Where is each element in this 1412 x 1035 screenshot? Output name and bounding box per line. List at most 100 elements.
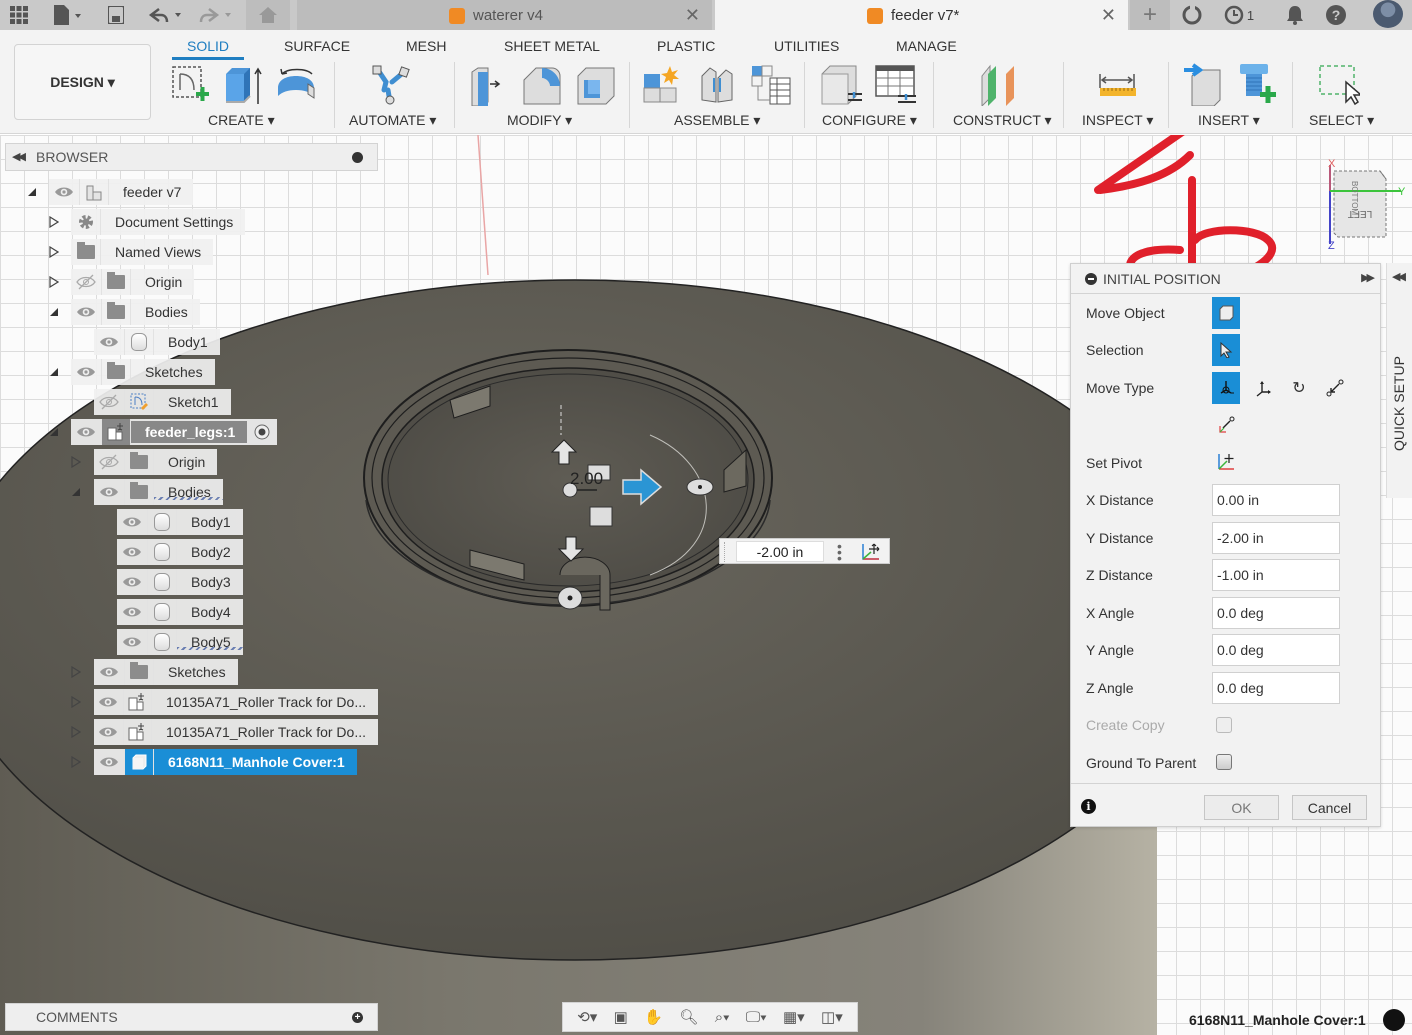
extensions-icon[interactable] [1180, 4, 1204, 26]
collapse-dialog-icon[interactable] [1085, 272, 1097, 285]
shell-icon[interactable] [574, 64, 616, 109]
move-type-rotate[interactable]: ↻ [1285, 374, 1313, 402]
move-type-translate[interactable] [1249, 374, 1277, 402]
collapse-node-icon[interactable] [48, 366, 60, 378]
expand-node-icon[interactable] [48, 276, 60, 288]
activate-component-radio[interactable] [247, 419, 277, 445]
browser-node[interactable]: feeder_legs:1 [71, 419, 278, 445]
visibility-eye-icon[interactable] [117, 509, 147, 535]
expand-node-icon[interactable] [70, 726, 82, 738]
browser-node[interactable]: Bodies [94, 479, 223, 505]
construct-group-label[interactable]: CONSTRUCT ▾ [953, 112, 1052, 129]
x-distance-input[interactable]: 0.00 in [1212, 484, 1340, 516]
modify-group-label[interactable]: MODIFY ▾ [507, 112, 572, 129]
visibility-hidden-icon[interactable] [71, 269, 101, 295]
job-status-icon[interactable]: 1 [1222, 4, 1256, 26]
collapse-node-icon[interactable] [48, 306, 60, 318]
z-angle-input[interactable]: 0.0 deg [1212, 672, 1340, 704]
browser-node[interactable]: Body1 [94, 329, 220, 355]
browser-node[interactable]: Body4 [117, 599, 243, 625]
expand-dialog-icon[interactable]: ▶▶ [1361, 271, 1375, 284]
insert-mcmaster-icon[interactable] [1236, 62, 1280, 109]
apps-grid-icon[interactable] [8, 4, 30, 26]
move-type-free-move[interactable] [1212, 372, 1240, 404]
info-icon[interactable]: i [1081, 799, 1096, 814]
move-type-point-to-point[interactable] [1321, 374, 1349, 402]
visibility-eye-icon[interactable] [117, 629, 147, 655]
create-copy-checkbox[interactable] [1216, 717, 1232, 733]
create-group-label[interactable]: CREATE ▾ [208, 112, 275, 129]
visibility-hidden-icon[interactable] [94, 449, 124, 475]
file-menu-icon[interactable] [50, 4, 84, 26]
notifications-bell-icon[interactable] [1284, 4, 1306, 26]
document-tab-waterer[interactable]: waterer v4 ✕ [297, 0, 712, 30]
tab-mesh[interactable]: MESH [406, 38, 446, 54]
x-angle-input[interactable]: 0.0 deg [1212, 597, 1340, 629]
fillet-icon[interactable] [520, 64, 562, 109]
browser-node[interactable]: Document Settings [71, 209, 246, 235]
help-icon[interactable]: ? [1324, 4, 1348, 26]
configure-icon[interactable] [820, 64, 864, 109]
minimize-browser-icon[interactable] [352, 152, 363, 163]
more-options-icon[interactable]: • • • [837, 539, 843, 565]
tab-surface[interactable]: SURFACE [284, 38, 350, 54]
offset-plane-icon[interactable] [978, 64, 1024, 109]
fit-zoom-window-icon[interactable]: ⌕▾ [715, 1009, 730, 1026]
browser-node[interactable]: Sketches [71, 359, 215, 385]
browser-node[interactable]: Body1 [117, 509, 243, 535]
visibility-eye-icon[interactable] [117, 599, 147, 625]
add-comment-icon[interactable]: + [352, 1012, 363, 1023]
move-object-selector[interactable] [1212, 297, 1240, 329]
collapse-browser-icon[interactable]: ◀◀ [12, 150, 26, 163]
y-distance-input[interactable]: -2.00 in [1212, 522, 1340, 554]
collapse-node-icon[interactable] [26, 186, 38, 198]
z-distance-input[interactable]: -1.00 in [1212, 559, 1340, 591]
selection-selector[interactable] [1212, 334, 1240, 366]
revolve-icon[interactable] [274, 64, 320, 109]
visibility-eye-icon[interactable] [117, 539, 147, 565]
document-tab-feeder[interactable]: feeder v7* ✕ [715, 0, 1128, 30]
browser-node[interactable]: 10135A71_Roller Track for Do... [94, 689, 378, 715]
drag-grip[interactable] [724, 542, 730, 562]
bill-of-materials-icon[interactable] [750, 64, 792, 109]
expand-node-icon[interactable] [70, 756, 82, 768]
expand-quick-setup-icon[interactable]: ◀◀ [1392, 270, 1406, 283]
tab-utilities[interactable]: UTILITIES [774, 38, 839, 54]
browser-node[interactable]: Body5 [117, 629, 243, 655]
move-type-point-to-position[interactable] [1212, 411, 1240, 439]
configuration-table-icon[interactable] [874, 64, 918, 109]
visibility-eye-icon[interactable] [94, 689, 123, 715]
visibility-eye-icon[interactable] [49, 179, 79, 205]
visibility-eye-icon[interactable] [71, 299, 101, 325]
ok-button[interactable]: OK [1204, 795, 1279, 820]
zoom-icon[interactable]: 🔍︎ [679, 1008, 698, 1026]
look-at-icon[interactable]: ▣ [614, 1008, 628, 1026]
automate-group-label[interactable]: AUTOMATE ▾ [349, 112, 436, 129]
visibility-eye-icon[interactable] [94, 749, 124, 775]
viewports-icon[interactable]: ◫▾ [821, 1008, 843, 1026]
expand-node-icon[interactable] [70, 456, 82, 468]
redo-icon[interactable] [196, 4, 234, 26]
undo-icon[interactable] [146, 4, 184, 26]
joint-icon[interactable] [696, 64, 738, 109]
browser-node[interactable]: 6168N11_Manhole Cover:1 [94, 749, 357, 775]
expand-node-icon[interactable] [70, 666, 82, 678]
visibility-eye-icon[interactable] [71, 419, 101, 445]
press-pull-icon[interactable] [468, 64, 508, 109]
insert-derive-icon[interactable] [1182, 62, 1226, 109]
expand-node-icon[interactable] [48, 216, 60, 228]
browser-node[interactable]: Origin [71, 269, 195, 295]
collapse-node-icon[interactable] [70, 486, 82, 498]
visibility-eye-icon[interactable] [117, 569, 147, 595]
new-tab-button[interactable]: + [1130, 0, 1170, 30]
save-icon[interactable] [106, 4, 126, 26]
browser-node[interactable]: feeder v7 [49, 179, 194, 205]
extrude-icon[interactable] [222, 64, 264, 109]
set-pivot-button[interactable] [1212, 448, 1240, 476]
select-group-label[interactable]: SELECT ▾ [1309, 112, 1374, 129]
configure-group-label[interactable]: CONFIGURE ▾ [822, 112, 917, 129]
visibility-eye-icon[interactable] [94, 659, 124, 685]
display-settings-icon[interactable]: 🖵▾ [746, 1009, 767, 1026]
measure-icon[interactable] [1098, 64, 1138, 109]
distance-value-input[interactable]: -2.00 in [736, 541, 824, 562]
